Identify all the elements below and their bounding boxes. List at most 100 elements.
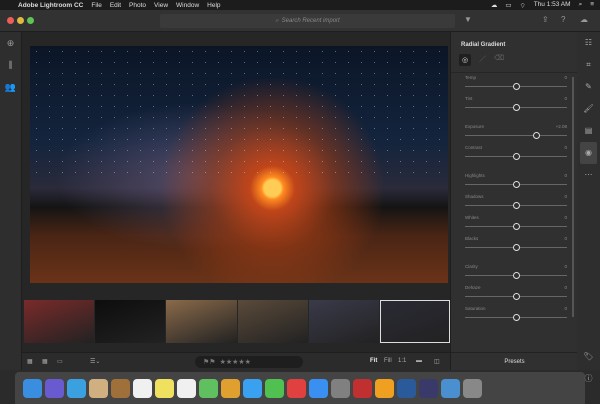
slider-exposure[interactable]: Exposure +2.08 xyxy=(465,122,567,143)
clock[interactable]: Thu 1:53 AM xyxy=(534,1,571,10)
dock-app-icon[interactable] xyxy=(441,378,460,398)
filmstrip-thumbnail[interactable] xyxy=(237,300,308,343)
close-button[interactable] xyxy=(7,17,14,24)
filmstrip-thumbnail[interactable] xyxy=(166,300,237,343)
fill-button[interactable]: Fill xyxy=(384,358,392,364)
zoom-button[interactable] xyxy=(27,17,34,24)
dock-app-icon[interactable] xyxy=(23,378,42,398)
healing-icon[interactable]: ✎ xyxy=(577,76,600,98)
radial-tool-icon[interactable]: ◎ xyxy=(459,54,472,66)
slider-knob[interactable] xyxy=(512,223,520,230)
menu-edit[interactable]: Edit xyxy=(110,2,121,9)
dock-app-icon[interactable] xyxy=(111,378,130,398)
slider-value[interactable]: 0 xyxy=(564,75,567,80)
dock-app-icon[interactable] xyxy=(199,378,218,398)
dock-app-icon[interactable] xyxy=(287,378,306,398)
square-grid-icon[interactable]: ▦ xyxy=(27,358,33,365)
star-rating[interactable]: ⚑⚑ ★★★★★ xyxy=(195,356,303,368)
photo-preview[interactable] xyxy=(30,46,448,283)
slider-knob[interactable] xyxy=(512,272,520,279)
stars[interactable]: ★★★★★ xyxy=(220,358,251,366)
slider-knob[interactable] xyxy=(512,314,520,321)
slider-value[interactable]: 0 xyxy=(564,306,567,311)
people-icon[interactable]: 👥 xyxy=(0,82,21,98)
dock-app-icon[interactable] xyxy=(67,378,86,398)
slider-track[interactable] xyxy=(465,135,567,136)
slider-knob[interactable] xyxy=(512,244,520,251)
search-input[interactable]: ⌕ Search Recent import xyxy=(160,14,455,28)
dock-app-icon[interactable] xyxy=(133,378,152,398)
radial-gradient-icon[interactable]: ◉ xyxy=(580,142,597,164)
dock-app-icon[interactable] xyxy=(265,378,284,398)
photo-grid-icon[interactable]: ▦ xyxy=(42,358,48,365)
app-menu[interactable]: Adobe Lightroom CC xyxy=(18,2,83,9)
fit-button[interactable]: Fit xyxy=(370,358,377,364)
presets-button[interactable]: Presets xyxy=(451,352,578,370)
dock-app-icon[interactable] xyxy=(309,378,328,398)
library-icon[interactable]: ⫼ xyxy=(0,60,21,76)
filmstrip-thumbnail[interactable] xyxy=(379,300,451,343)
linear-gradient-icon[interactable]: ▤ xyxy=(577,120,600,142)
slider-dehaze[interactable]: Dehaze 0 xyxy=(465,283,567,304)
dock-app-icon[interactable] xyxy=(45,378,64,398)
slider-clarity[interactable]: Clarity 0 xyxy=(465,262,567,283)
dock-app-icon[interactable] xyxy=(243,378,262,398)
slider-knob[interactable] xyxy=(512,83,520,90)
creative-cloud-icon[interactable]: ☁ xyxy=(491,1,498,10)
menu-list-icon[interactable]: ≡ xyxy=(590,1,594,10)
cloud-sync-icon[interactable]: ☁ xyxy=(580,15,588,24)
more-icon[interactable]: ⋯ xyxy=(577,164,600,186)
filmstrip-thumbnail[interactable] xyxy=(95,300,166,343)
menu-help[interactable]: Help xyxy=(207,2,220,9)
dock-app-icon[interactable] xyxy=(331,378,350,398)
slider-shadows[interactable]: Shadows 0 xyxy=(465,192,567,213)
sort-icon[interactable]: ☰⌄ xyxy=(90,358,100,365)
crop-icon[interactable]: ⌗ xyxy=(577,54,600,76)
slider-contrast[interactable]: Contrast 0 xyxy=(465,143,567,164)
edit-sliders-icon[interactable]: ☷ xyxy=(577,32,600,54)
brush-icon[interactable]: 🖌 xyxy=(577,98,600,120)
dock-app-icon[interactable] xyxy=(155,378,174,398)
slider-knob[interactable] xyxy=(512,202,520,209)
airplay-icon[interactable]: ▭ xyxy=(505,1,511,10)
scrollbar[interactable] xyxy=(572,77,574,317)
dock-app-icon[interactable] xyxy=(221,378,240,398)
slider-blacks[interactable]: Blacks 0 xyxy=(465,234,567,255)
filmstrip-thumbnail[interactable] xyxy=(308,300,379,343)
keyword-tag-icon[interactable]: 🏷 xyxy=(577,346,600,368)
filter-icon[interactable]: ▼ xyxy=(464,15,472,24)
slider-knob[interactable] xyxy=(512,153,520,160)
dock-app-icon[interactable] xyxy=(353,378,372,398)
slider-value[interactable]: 0 xyxy=(564,173,567,178)
slider-value[interactable]: 0 xyxy=(564,96,567,101)
slider-value[interactable]: 0 xyxy=(564,145,567,150)
compare-icon[interactable]: ◫ xyxy=(434,358,440,365)
slider-knob[interactable] xyxy=(512,181,520,188)
dock-app-icon[interactable] xyxy=(463,378,482,398)
dock-app-icon[interactable] xyxy=(89,378,108,398)
slider-value[interactable]: 0 xyxy=(564,236,567,241)
dock-app-icon[interactable] xyxy=(419,378,438,398)
slider-value[interactable]: +2.08 xyxy=(556,124,567,129)
add-photos-icon[interactable]: ⊕ xyxy=(0,38,21,54)
slider-tint[interactable]: Tint 0 xyxy=(465,94,567,115)
one-to-one-button[interactable]: 1:1 xyxy=(398,358,406,364)
slider-value[interactable]: 0 xyxy=(564,194,567,199)
slider-knob[interactable] xyxy=(532,132,540,139)
help-icon[interactable]: ? xyxy=(561,15,565,24)
dock-app-icon[interactable] xyxy=(177,378,196,398)
menu-window[interactable]: Window xyxy=(176,2,199,9)
slider-knob[interactable] xyxy=(512,293,520,300)
eraser-tool-icon[interactable]: ⌫ xyxy=(494,54,504,66)
slider-highlights[interactable]: Highlights 0 xyxy=(465,171,567,192)
search-icon[interactable]: ⌕ xyxy=(579,1,583,10)
slider-value[interactable]: 0 xyxy=(564,264,567,269)
brush-tool-icon[interactable]: ／ xyxy=(479,54,486,66)
wifi-icon[interactable]: ⌔ xyxy=(520,1,526,10)
menu-view[interactable]: View xyxy=(154,2,168,9)
dock-app-icon[interactable] xyxy=(397,378,416,398)
filmstrip-thumbnail[interactable] xyxy=(24,300,95,343)
flag-icon[interactable]: ⚑⚑ xyxy=(203,358,216,366)
slider-knob[interactable] xyxy=(512,104,520,111)
slider-value[interactable]: 0 xyxy=(564,285,567,290)
